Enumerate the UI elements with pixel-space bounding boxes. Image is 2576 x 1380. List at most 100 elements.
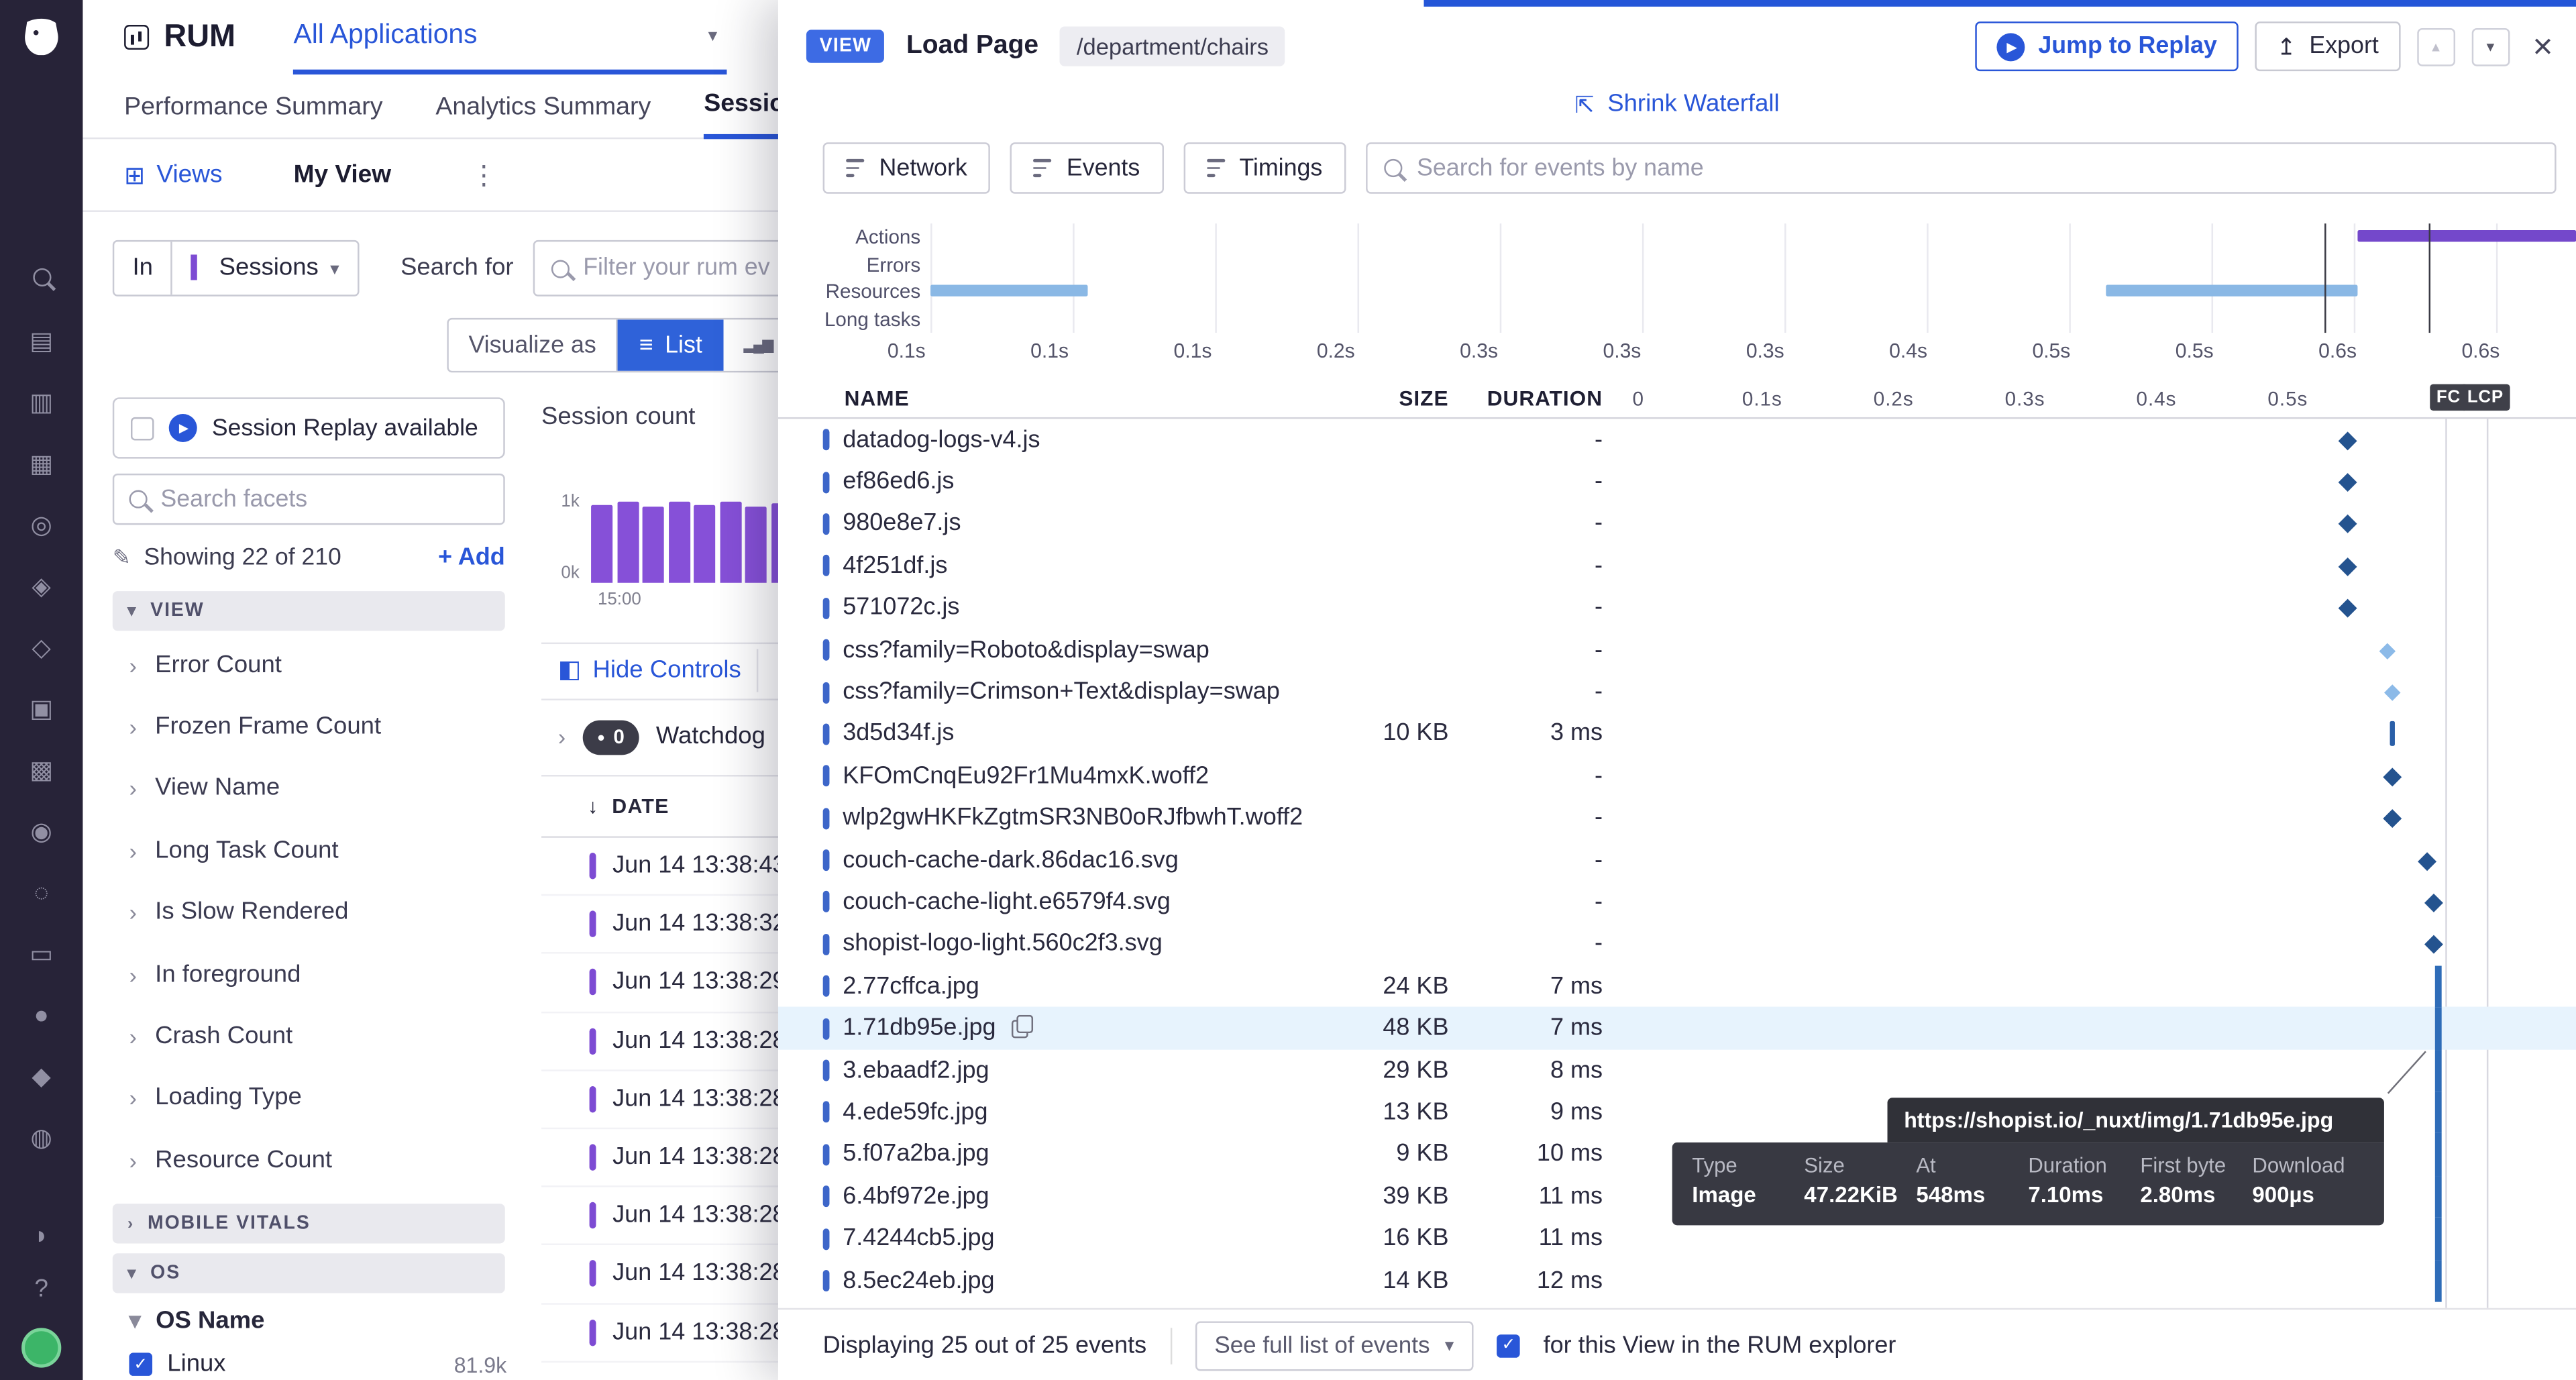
tab[interactable]: Analytics Summary	[435, 74, 651, 138]
facet-option-linux[interactable]: ✓ Linux 81.9k	[129, 1351, 507, 1377]
event-marker[interactable]	[2339, 558, 2356, 575]
event-row[interactable]: 4f251df.js -	[778, 545, 2576, 587]
session-count-chart[interactable]	[591, 496, 806, 582]
event-marker[interactable]	[2434, 1134, 2442, 1176]
filter-button[interactable]: Timings	[1183, 142, 1345, 194]
event-marker[interactable]	[2434, 1092, 2442, 1134]
facet-item[interactable]: › View Name	[113, 758, 505, 820]
logs-icon[interactable]: ▩	[30, 757, 53, 785]
event-marker[interactable]	[2426, 894, 2443, 911]
event-row[interactable]: shopist-logo-light.560c2f3.svg -	[778, 923, 2576, 965]
section-os[interactable]: ▾ OS	[113, 1253, 505, 1293]
event-marker[interactable]	[2384, 810, 2402, 827]
event-marker[interactable]	[2434, 965, 2442, 1008]
event-row[interactable]: 2.77cffca.jpg 24 KB 7 ms	[778, 965, 2576, 1008]
event-marker[interactable]	[2384, 767, 2402, 785]
event-row[interactable]: 3d5d34f.js 10 KB 3 ms	[778, 713, 2576, 755]
event-marker[interactable]	[2339, 473, 2356, 490]
scope-dropdown[interactable]: ▍ Sessions ▾	[173, 242, 358, 295]
event-row[interactable]: wlp2gwHKFkZgtmSR3NB0oRJfbwhT.woff2 -	[778, 797, 2576, 839]
synthetics-icon[interactable]: ◇	[32, 634, 50, 662]
user-avatar[interactable]	[21, 1328, 61, 1367]
scope-checkbox[interactable]: ✓	[1497, 1334, 1521, 1357]
event-row[interactable]: couch-cache-light.e6579f4.svg -	[778, 882, 2576, 924]
event-marker[interactable]	[2434, 1175, 2442, 1218]
next-event-button[interactable]: ▼	[2471, 28, 2510, 66]
watchdog-icon[interactable]: ●	[34, 1002, 49, 1030]
event-marker[interactable]	[2434, 1008, 2442, 1050]
chat-icon[interactable]: ◗	[34, 1222, 49, 1250]
event-marker[interactable]	[2426, 936, 2443, 953]
event-row[interactable]: KFOmCnqEu92Fr1Mu4mxK.woff2 -	[778, 755, 2576, 798]
duration-column-header[interactable]: DURATION	[1449, 385, 1603, 410]
event-row[interactable]: datadog-logs-v4.js -	[778, 419, 2576, 461]
ci-icon[interactable]: ◆	[32, 1063, 50, 1091]
facet-search-input[interactable]	[160, 486, 488, 512]
events-icon[interactable]: ▥	[30, 389, 53, 417]
infrastructure-icon[interactable]: ▤	[30, 328, 53, 356]
size-column-header[interactable]: SIZE	[1369, 385, 1448, 410]
rum-nav-icon[interactable]: ▣	[30, 696, 53, 724]
session-replay-checkbox[interactable]	[131, 417, 154, 440]
event-search-input[interactable]	[1417, 155, 2538, 181]
event-row[interactable]: couch-cache-dark.86dac16.svg -	[778, 839, 2576, 882]
event-marker[interactable]	[2339, 515, 2356, 533]
event-row[interactable]: 571072c.js -	[778, 587, 2576, 629]
event-marker[interactable]	[2390, 722, 2395, 747]
previous-event-button[interactable]: ▲	[2417, 28, 2455, 66]
my-view-label[interactable]: My View	[294, 160, 391, 189]
application-selector[interactable]: All Applications ▾	[294, 0, 728, 74]
visualize-list-button[interactable]: ≡ List	[618, 319, 724, 371]
event-row[interactable]: 1.71db95e.jpg 48 KB 7 ms	[778, 1008, 2576, 1050]
notebooks-icon[interactable]: ▭	[30, 941, 53, 969]
shrink-waterfall-link[interactable]: ⇱ Shrink Waterfall	[778, 83, 2576, 125]
event-row[interactable]: ef86ed6.js -	[778, 461, 2576, 503]
integrations-icon[interactable]: ◌	[34, 880, 49, 908]
kebab-menu-icon[interactable]: ⋮	[471, 158, 497, 191]
event-marker[interactable]	[2419, 851, 2436, 869]
facet-item[interactable]: › Frozen Frame Count	[113, 696, 505, 758]
add-facet-button[interactable]: + Add	[438, 545, 505, 571]
filter-button[interactable]: Events	[1010, 142, 1163, 194]
see-full-list-dropdown[interactable]: See full list of events ▾	[1195, 1320, 1474, 1370]
event-row[interactable]: css?family=Roboto&display=swap -	[778, 629, 2576, 672]
event-marker[interactable]	[2339, 431, 2356, 449]
facet-item[interactable]: › Long Task Count	[113, 820, 505, 882]
event-row[interactable]: 8.5ec24eb.jpg 14 KB 12 ms	[778, 1260, 2576, 1302]
event-marker[interactable]	[2434, 1049, 2442, 1092]
event-marker[interactable]	[2379, 643, 2395, 658]
facet-item[interactable]: › Resource Count	[113, 1129, 505, 1191]
settings-icon[interactable]: ◍	[31, 1124, 52, 1153]
facet-item[interactable]: › Error Count	[113, 634, 505, 696]
summary-waterfall[interactable]	[930, 223, 2576, 333]
event-row[interactable]: css?family=Crimson+Text&display=swap -	[778, 671, 2576, 713]
copy-icon[interactable]	[1011, 1019, 1028, 1037]
event-marker[interactable]	[2434, 1218, 2442, 1260]
dashboards-icon[interactable]: ▦	[30, 450, 53, 478]
event-marker[interactable]	[2434, 1260, 2442, 1302]
close-icon[interactable]: ×	[2532, 29, 2553, 64]
facet-item[interactable]: › In foreground	[113, 944, 505, 1006]
search-icon[interactable]	[32, 265, 50, 295]
monitors-icon[interactable]: ◎	[31, 512, 52, 540]
security-icon[interactable]: ◉	[31, 818, 52, 846]
apm-icon[interactable]: ◈	[32, 573, 50, 601]
export-button[interactable]: ↥ Export	[2255, 21, 2400, 71]
filter-button[interactable]: Network	[823, 142, 991, 194]
facet-item[interactable]: › Loading Type	[113, 1067, 505, 1129]
datadog-logo[interactable]	[17, 13, 66, 63]
tab[interactable]: Performance Summary	[124, 74, 382, 138]
event-marker[interactable]	[2339, 599, 2357, 617]
linux-checkbox[interactable]: ✓	[129, 1352, 153, 1376]
section-view[interactable]: ▾ VIEW	[113, 591, 505, 631]
views-button[interactable]: ⊞ Views	[124, 160, 222, 189]
event-marker[interactable]	[2385, 684, 2400, 700]
facet-os-name[interactable]: ▾ OS Name	[113, 1306, 265, 1334]
hide-controls-link[interactable]: ◧ Hide Controls	[558, 655, 741, 684]
name-column-header[interactable]: NAME	[845, 385, 1369, 410]
section-mobile-vitals[interactable]: › MOBILE VITALS	[113, 1204, 505, 1243]
event-row[interactable]: 980e8e7.js -	[778, 503, 2576, 545]
event-row[interactable]: 3.ebaadf2.jpg 29 KB 8 ms	[778, 1049, 2576, 1092]
jump-to-replay-button[interactable]: ▶ Jump to Replay	[1976, 21, 2239, 71]
help-icon[interactable]: ?	[34, 1275, 48, 1303]
